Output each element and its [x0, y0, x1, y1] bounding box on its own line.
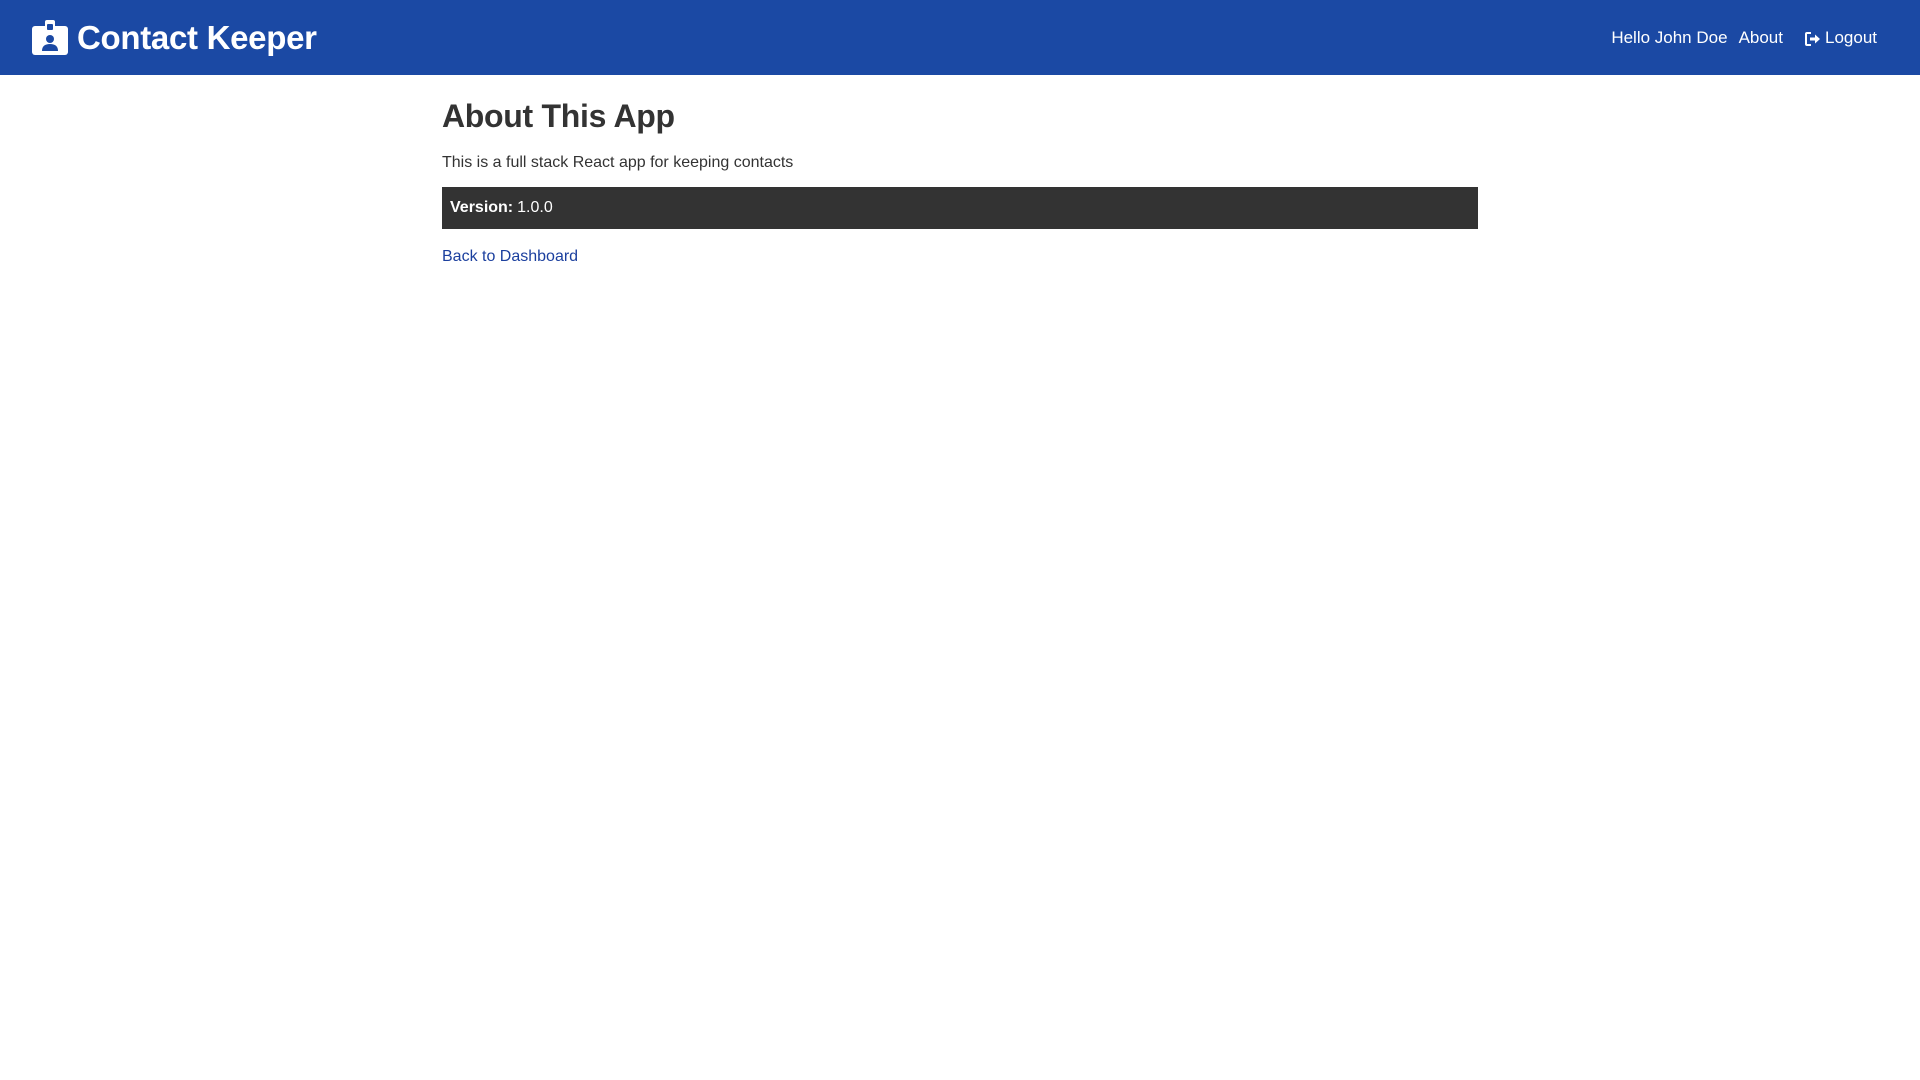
version-banner: Version: 1.0.0: [442, 187, 1478, 229]
user-greeting: Hello John Doe: [1611, 27, 1728, 47]
back-to-dashboard-link[interactable]: Back to Dashboard: [442, 248, 578, 266]
navbar: Contact Keeper Hello John Doe About Logo…: [0, 0, 1920, 75]
nav-menu: Hello John Doe About Logout: [1611, 0, 1877, 75]
logout-label: Logout: [1825, 27, 1877, 47]
main-content: About This App This is a full stack Reac…: [442, 75, 1478, 266]
nav-about-link[interactable]: About: [1739, 28, 1783, 48]
version-value: 1.0.0: [517, 199, 553, 216]
sign-out-icon: [1805, 31, 1821, 46]
brand-title: Contact Keeper: [77, 18, 317, 56]
brand-link[interactable]: Contact Keeper: [32, 0, 317, 75]
logout-link[interactable]: Logout: [1805, 28, 1877, 48]
id-badge-icon: [32, 19, 68, 56]
app-description: This is a full stack React app for keepi…: [442, 154, 794, 171]
page-title: About This App: [442, 98, 675, 134]
version-label: Version:: [450, 199, 514, 216]
